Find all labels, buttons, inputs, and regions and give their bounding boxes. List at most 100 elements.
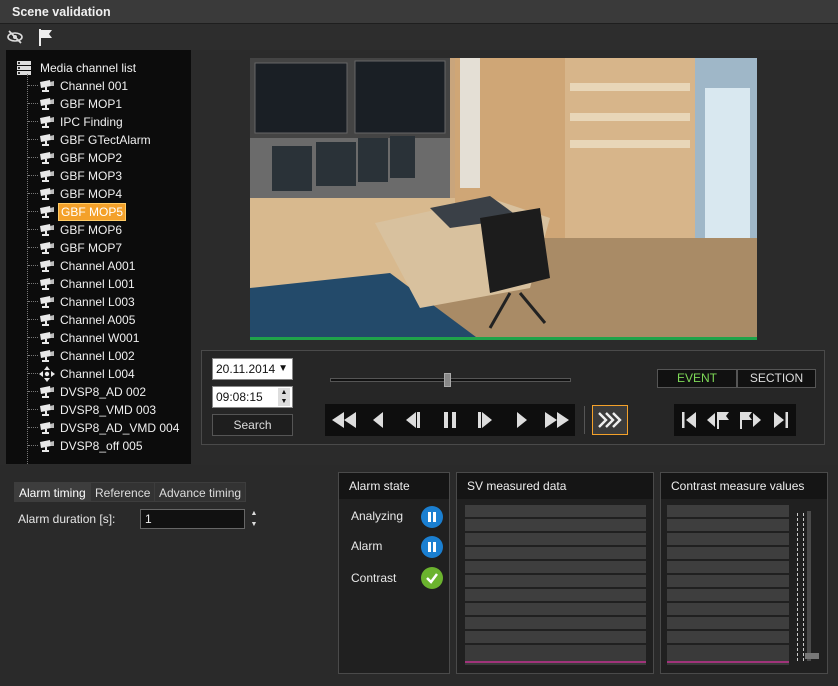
alarm-duration-value: 1	[145, 512, 152, 526]
tree-item-label: Channel 001	[60, 78, 129, 93]
tree-item[interactable]: Channel 001	[28, 77, 130, 94]
tree-item[interactable]: GBF MOP7	[28, 239, 124, 256]
time-input[interactable]: 09:08:15 ▲ ▼	[212, 386, 293, 408]
alarm-duration-spinner[interactable]: ▲ ▼	[248, 508, 260, 530]
video-preview	[250, 58, 757, 340]
time-spinner[interactable]: ▲ ▼	[278, 388, 290, 406]
tree-item[interactable]: GBF MOP4	[28, 185, 124, 202]
tree-item[interactable]: GBF MOP2	[28, 149, 124, 166]
contrast-slider-track[interactable]	[807, 511, 811, 661]
tree-item-label: Channel W001	[60, 330, 140, 345]
slider-thumb[interactable]	[444, 373, 451, 387]
play-icon[interactable]	[505, 406, 539, 434]
contrast-scale	[797, 513, 804, 661]
tree-item-label: Channel L004	[60, 366, 135, 381]
tree-item[interactable]: Channel L004	[28, 365, 137, 382]
fast-forward-icon[interactable]	[540, 406, 574, 434]
tree-item-label: GBF MOP6	[60, 222, 123, 237]
tab-alarm-timing[interactable]: Alarm timing	[14, 482, 91, 502]
tree-connector	[28, 193, 38, 194]
camera-icon	[39, 150, 55, 166]
flag-back-icon[interactable]	[703, 406, 733, 434]
camera-icon	[39, 204, 55, 220]
tree-connector	[28, 445, 38, 446]
flag-icon[interactable]	[36, 27, 56, 47]
camera-icon	[39, 114, 55, 130]
timeline-slider[interactable]	[330, 373, 571, 387]
camera-icon	[39, 186, 55, 202]
live-button[interactable]	[592, 405, 628, 435]
tree-connector	[28, 157, 38, 158]
camera-icon	[39, 132, 55, 148]
contrast-slider-thumb[interactable]	[805, 653, 819, 659]
media-channel-tree[interactable]: Media channel list Channel 001 GBF MOP1 IP…	[6, 50, 191, 494]
eye-hide-icon[interactable]	[5, 27, 25, 47]
tab-reference[interactable]: Reference	[90, 482, 156, 502]
camera-icon	[39, 258, 55, 274]
analyzing-label: Analyzing	[351, 509, 404, 523]
tree-item[interactable]: Channel A005	[28, 311, 137, 328]
section-mode-button[interactable]: SECTION	[737, 369, 816, 388]
tree-item[interactable]: Channel A001	[28, 257, 137, 274]
chevron-down-icon[interactable]: ▼	[278, 361, 288, 377]
fast-rewind-icon[interactable]	[327, 406, 361, 434]
tree-item[interactable]: DVSP8_VMD 003	[28, 401, 158, 418]
tree-connector	[28, 319, 38, 320]
tree-connector	[28, 337, 38, 338]
tree-item-label: DVSP8_AD 002	[60, 384, 147, 399]
skip-end-icon[interactable]	[767, 406, 795, 434]
tree-item[interactable]: Channel L001	[28, 275, 137, 292]
flag-forward-icon[interactable]	[735, 406, 765, 434]
tree-connector	[28, 265, 38, 266]
toolbar	[0, 24, 838, 50]
step-forward-icon[interactable]	[469, 406, 503, 434]
sv-measured-panel: SV measured data	[456, 472, 654, 674]
tree-item-label: Channel L002	[60, 348, 135, 363]
event-mode-button[interactable]: EVENT	[657, 369, 737, 388]
time-value: 09:08:15	[216, 390, 263, 404]
tree-item[interactable]: DVSP8_AD 002	[28, 383, 148, 400]
camera-icon	[39, 222, 55, 238]
tree-connector	[28, 175, 38, 176]
date-picker[interactable]: 20.11.2014 ▼	[212, 358, 293, 380]
divider	[584, 406, 585, 434]
tree-connector	[28, 139, 38, 140]
tree-item[interactable]: Channel L002	[28, 347, 137, 364]
tree-connector	[28, 283, 38, 284]
tree-item[interactable]: GBF MOP6	[28, 221, 124, 238]
tree-item[interactable]: GBF MOP1	[28, 95, 124, 112]
search-button[interactable]: Search	[212, 414, 293, 436]
tree-item-label: GBF MOP5	[58, 202, 127, 221]
ptz-icon	[39, 365, 55, 382]
tab-advance-timing[interactable]: Advance timing	[154, 482, 247, 502]
tree-item-label: GBF MOP1	[60, 96, 123, 111]
tree-item[interactable]: Channel L003	[28, 293, 137, 310]
tree-connector	[28, 103, 38, 104]
tree-item[interactable]: Channel W001	[28, 329, 141, 346]
window-title: Scene validation	[12, 5, 111, 19]
step-backward-icon[interactable]	[395, 406, 429, 434]
tree-item[interactable]: GBF MOP5	[28, 202, 127, 221]
pause-icon[interactable]	[433, 406, 467, 434]
alarm-state-panel: Alarm state Analyzing Alarm Contrast	[338, 472, 450, 674]
play-backward-icon[interactable]	[361, 406, 395, 434]
tree-item[interactable]: GBF GTectAlarm	[28, 131, 153, 148]
alarm-duration-input[interactable]: 1	[140, 509, 245, 529]
tree-item-label: GBF GTectAlarm	[60, 132, 151, 147]
skip-start-icon[interactable]	[675, 406, 703, 434]
tree-item-label: IPC Finding	[60, 114, 123, 129]
tree-item[interactable]: IPC Finding	[28, 113, 125, 130]
tree-item[interactable]: DVSP8_off 005	[28, 437, 145, 454]
contrast-label: Contrast	[351, 571, 397, 585]
tree-item[interactable]: GBF MOP3	[28, 167, 124, 184]
tree-item[interactable]: DVSP8_AD_VMD 004	[28, 419, 181, 436]
pause-icon	[421, 536, 443, 558]
server-list-icon	[17, 61, 31, 75]
tree-connector	[28, 301, 38, 302]
tree-connector	[28, 211, 38, 212]
date-value: 20.11.2014	[216, 362, 276, 376]
tree-root[interactable]: Media channel list	[16, 59, 136, 77]
camera-icon	[39, 78, 55, 94]
sv-measured-graph	[465, 505, 646, 665]
tree-item-label: GBF MOP2	[60, 150, 123, 165]
